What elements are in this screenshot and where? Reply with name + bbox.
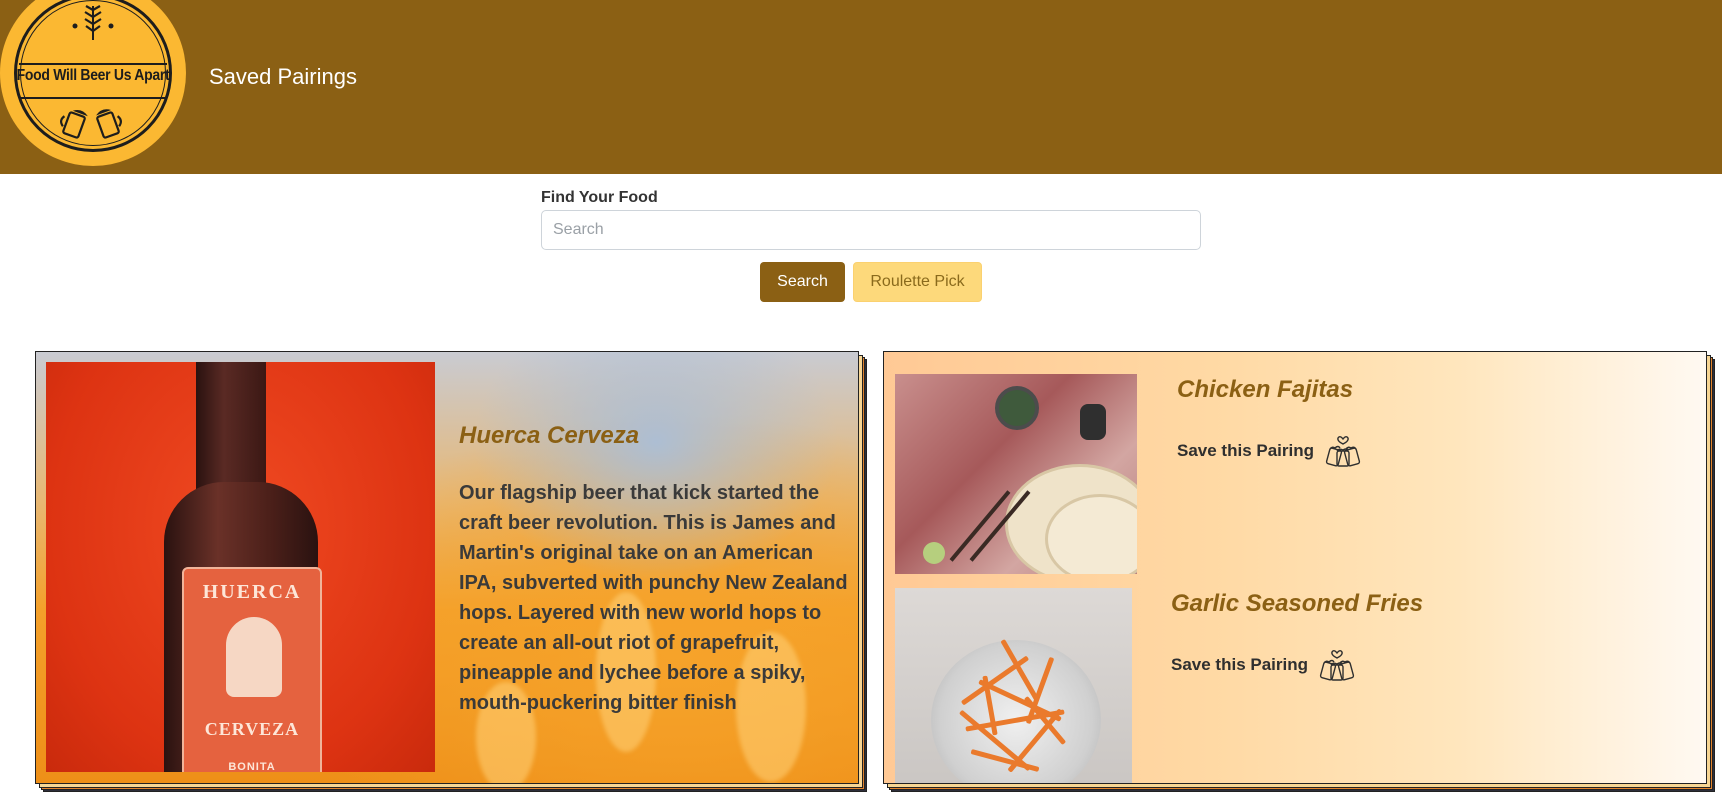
search-input[interactable] bbox=[541, 210, 1201, 250]
beer-name: Huerca Cerveza bbox=[459, 422, 640, 449]
save-pairing-label: Save this Pairing bbox=[1171, 655, 1308, 674]
wheat-icon bbox=[72, 5, 114, 40]
site-logo[interactable]: Food Will Beer Us Apart bbox=[0, 0, 186, 166]
bottle-neck bbox=[196, 362, 266, 502]
garlic-fries-image bbox=[895, 588, 1132, 783]
chicken-fajitas-image bbox=[895, 374, 1137, 574]
save-pairing-label: Save this Pairing bbox=[1177, 441, 1314, 460]
save-pairing-button[interactable]: Save this Pairing bbox=[1177, 433, 1362, 469]
page-title: Saved Pairings bbox=[209, 64, 357, 89]
bottle-label-figure bbox=[226, 617, 282, 697]
cheers-mugs-icon[interactable] bbox=[1324, 433, 1362, 469]
clinking-mugs-icon bbox=[60, 109, 122, 139]
logo-text: Food Will Beer Us Apart bbox=[16, 64, 170, 84]
search-label: Find Your Food bbox=[541, 189, 658, 206]
food-name: Chicken Fajitas bbox=[1177, 376, 1354, 403]
bottle-shape bbox=[1080, 404, 1106, 440]
bottle-label-bottom: BONITA bbox=[228, 761, 276, 772]
roulette-pick-button[interactable]: Roulette Pick bbox=[853, 262, 982, 302]
beer-bottle-image: HUERCA CERVEZA BONITA bbox=[46, 362, 435, 772]
search-button[interactable]: Search bbox=[760, 262, 845, 302]
lime-shape bbox=[923, 542, 945, 564]
food-name: Garlic Seasoned Fries bbox=[1171, 590, 1424, 617]
beer-card: HUERCA CERVEZA BONITA Huerca Cerveza Our… bbox=[35, 351, 859, 784]
beer-description: Our flagship beer that kick started the … bbox=[459, 482, 848, 714]
bowl-shape bbox=[995, 386, 1039, 430]
bottle-label-brand: HUERCA bbox=[202, 581, 302, 603]
food-pairings-card: Chicken Fajitas Save this Pairing Garlic… bbox=[883, 351, 1707, 784]
cheers-mugs-icon[interactable] bbox=[1318, 647, 1356, 683]
bottle-label: HUERCA CERVEZA BONITA bbox=[182, 567, 322, 772]
bottle-label-sub: CERVEZA bbox=[204, 719, 300, 739]
save-pairing-button[interactable]: Save this Pairing bbox=[1171, 647, 1356, 683]
site-header: Food Will Beer Us Apart Saved Pairings bbox=[0, 0, 1722, 174]
